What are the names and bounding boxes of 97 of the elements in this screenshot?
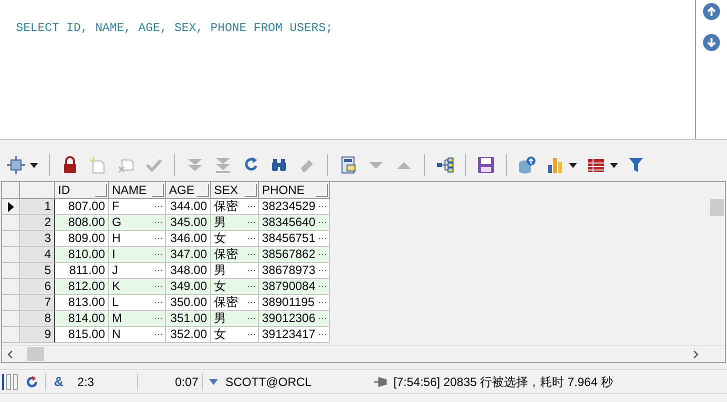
dropdown-caret-icon[interactable]: [209, 378, 218, 384]
table-cell-text: 39012306: [261, 311, 316, 326]
scroll-thumb[interactable]: [27, 347, 44, 361]
table-cell-text: I: [111, 247, 116, 262]
table-cell-text: 38456751: [261, 231, 316, 246]
row-number[interactable]: 8: [20, 311, 55, 327]
scroll-left-icon[interactable]: [7, 350, 13, 358]
grid-select-icon: [7, 156, 25, 174]
column-header[interactable]: AGE: [169, 182, 197, 199]
sql-text: SELECT ID, NAME, AGE, SEX, PHONE FROM USERS;: [16, 21, 333, 35]
column-header[interactable]: PHONE: [262, 182, 316, 199]
table-cell-text: M: [111, 311, 123, 326]
sort-button[interactable]: [245, 184, 257, 196]
table-cell-text: 813.00: [67, 295, 106, 310]
sort-button[interactable]: [95, 184, 107, 196]
table-cell-text: 352.00: [169, 327, 208, 342]
horizontal-scrollbar[interactable]: [2, 345, 725, 362]
down-to-bar-icon: [214, 156, 232, 174]
table-cell-text: 保密: [213, 247, 239, 262]
table-cell-text: 349.00: [169, 279, 208, 294]
table-cell-text: 351.00: [169, 311, 208, 326]
row-number[interactable]: 6: [20, 279, 55, 295]
table-cell-text: 男: [213, 263, 227, 278]
bar-chart-icon: [546, 156, 564, 174]
table-cell-text: F: [111, 199, 120, 214]
table-cell-text: 女: [213, 231, 227, 246]
table-cell-text: 348.00: [169, 263, 208, 278]
table-cell-text: 男: [213, 311, 227, 326]
table-cell-text: 38678973: [261, 263, 316, 278]
table-cell-text: 346.00: [169, 231, 208, 246]
ampersand-symbol: &: [54, 372, 64, 391]
sort-button[interactable]: [316, 184, 328, 196]
table-cell-text: 39123417: [261, 327, 316, 342]
current-row-icon: [8, 202, 14, 212]
caret-icon[interactable]: [569, 162, 577, 168]
table-cell-text: G: [111, 215, 122, 230]
column-header[interactable]: NAME: [112, 182, 152, 199]
table-cell-text: 347.00: [169, 247, 208, 262]
table-cell-text: 345.00: [169, 215, 208, 230]
connection-name[interactable]: SCOTT@ORCL: [225, 372, 374, 390]
table-cell-text: 38567862: [261, 247, 316, 262]
sort-button[interactable]: [197, 184, 209, 196]
table-cell-text: 814.00: [67, 311, 106, 326]
refresh-icon[interactable]: [25, 374, 39, 388]
table-cell-text: 保密: [213, 199, 239, 214]
table-cell-text: 女: [213, 279, 227, 294]
row-number[interactable]: 3: [20, 231, 55, 247]
form-icon: [339, 156, 357, 174]
table-cell-text: L: [111, 295, 120, 310]
scroll-thumb[interactable]: [710, 199, 724, 216]
row-number[interactable]: 7: [20, 295, 55, 311]
binoculars-icon: [270, 156, 288, 174]
table-cell-text: J: [111, 263, 119, 278]
database-upload-icon: [518, 156, 536, 174]
row-number[interactable]: 1: [20, 199, 55, 215]
table-icon: [587, 156, 605, 174]
table-cell-text: N: [111, 327, 122, 342]
table-cell-text: 保密: [213, 295, 239, 310]
row-number[interactable]: 5: [20, 263, 55, 279]
filter-icon: [628, 156, 646, 174]
column-header[interactable]: SEX: [214, 182, 245, 199]
checkmark-icon: [145, 156, 163, 174]
sort-button[interactable]: [152, 184, 164, 196]
row-number[interactable]: 2: [20, 215, 55, 231]
table-cell-text: 809.00: [67, 231, 106, 246]
grid-select-button[interactable]: [4, 153, 41, 177]
table-cell-text: 38901195: [261, 295, 316, 310]
table-cell-text: 38234529: [261, 199, 316, 214]
table-cell-text: 女: [213, 327, 227, 342]
scroll-right-icon[interactable]: [693, 350, 699, 358]
cursor-position: 2:3: [77, 374, 96, 390]
table-cell-text: 807.00: [67, 199, 106, 214]
table-cell-text: 810.00: [67, 247, 106, 262]
double-down-arrow-icon: [186, 156, 204, 174]
new-page-icon: [89, 156, 107, 174]
elapsed-time: 0:07: [174, 374, 200, 390]
caret-icon[interactable]: [610, 162, 618, 168]
table-cell-text: 808.00: [67, 215, 106, 230]
lock-icon: [61, 156, 79, 174]
column-header[interactable]: ID: [58, 182, 95, 199]
caret-icon[interactable]: [30, 162, 38, 168]
tree-icon: [436, 156, 454, 174]
row-number[interactable]: 4: [20, 247, 55, 263]
row-number[interactable]: 9: [20, 327, 55, 343]
status-message: [7:54:56] 20835 行被选择，耗时 7.964 秒: [393, 374, 613, 390]
table-cell-text: 811.00: [68, 263, 106, 278]
table-cell-text: 812.00: [67, 279, 106, 294]
table-cell-text: 38345640: [261, 215, 316, 230]
vertical-scrollbar[interactable]: [708, 182, 725, 345]
table-cell-text: H: [111, 231, 122, 246]
table-cell-text: 815.00: [67, 327, 106, 342]
table-cell-text: 38790084: [261, 279, 316, 294]
table-cell-text: 344.00: [169, 199, 208, 214]
table-cell-text: 350.00: [169, 295, 208, 310]
pin-icon: [373, 376, 388, 388]
table-cell-text: 男: [213, 215, 227, 230]
table-cell-text: K: [111, 279, 122, 294]
